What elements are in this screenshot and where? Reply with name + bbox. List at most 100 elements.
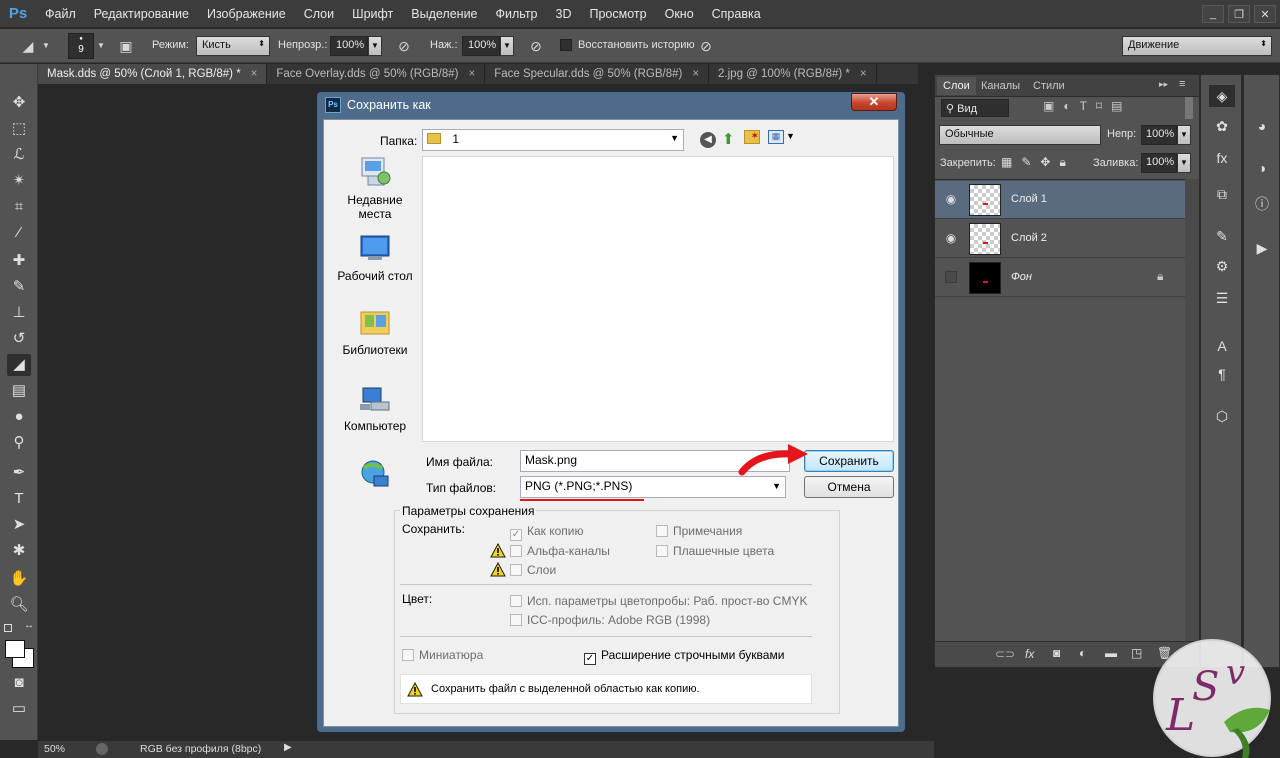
restore-history-checkbox[interactable] — [560, 39, 572, 51]
up-folder-icon[interactable]: ⬆ — [722, 130, 735, 148]
folder-select[interactable]: 1 ▼ — [422, 129, 684, 151]
crop-tool-icon[interactable]: ⌗ — [7, 196, 31, 218]
fill-input[interactable]: 100% — [1141, 153, 1177, 173]
expand-arrow-icon[interactable]: ▶ — [284, 742, 292, 753]
visibility-toggle[interactable] — [945, 271, 957, 283]
place-recent[interactable]: Недавние места — [330, 156, 420, 221]
menu-select[interactable]: Выделение — [402, 0, 486, 28]
character-panel-icon[interactable]: A — [1209, 335, 1235, 357]
save-button[interactable]: Сохранить — [804, 450, 894, 472]
clone-source-icon[interactable]: ⚙ — [1209, 255, 1235, 277]
tablet-pressure-size-icon[interactable]: ⊘ — [696, 37, 716, 55]
menu-image[interactable]: Изображение — [198, 0, 295, 28]
airbrush-icon[interactable]: ⊘ — [526, 37, 546, 55]
new-folder-icon[interactable]: ✶ — [744, 130, 760, 144]
mode-select[interactable]: Кисть ⬍ — [196, 36, 270, 56]
dodge-tool-icon[interactable]: ⚲ — [7, 432, 31, 454]
clone-stamp-icon[interactable]: ⊥ — [7, 302, 31, 324]
color-panel-icon[interactable]: ◕ — [1249, 115, 1275, 137]
close-icon[interactable]: × — [860, 68, 867, 80]
filetype-select[interactable]: PNG (*.PNG;*.PNS) ▼ — [520, 476, 786, 498]
layers-scrollbar[interactable] — [1185, 179, 1199, 641]
lock-icons[interactable]: ▦✎✥🔒︎ — [1001, 155, 1075, 170]
info-panel-icon[interactable]: ⓘ — [1249, 193, 1275, 215]
tab-layers[interactable]: Слои — [937, 77, 976, 95]
actions-play-icon[interactable]: ▶ — [1249, 237, 1275, 259]
spot-colors-checkbox[interactable]: Плашечные цвета — [656, 544, 774, 558]
layer-row[interactable]: ◉ Слой 2 — [935, 220, 1185, 258]
zoom-level[interactable]: 50% — [44, 743, 65, 755]
lowercase-extension-checkbox[interactable]: ✓ Расширение строчными буквами — [584, 648, 784, 665]
chevron-down-icon[interactable]: ▼ — [786, 131, 795, 141]
file-list[interactable] — [422, 156, 894, 442]
icc-profile-checkbox[interactable]: ICC-профиль: Adobe RGB (1998) — [510, 613, 710, 627]
workspace-select[interactable]: Движение ⬍ — [1122, 36, 1272, 56]
channels-panel-icon[interactable]: ⧉ — [1209, 183, 1235, 205]
minimize-icon[interactable]: _ — [1202, 5, 1224, 23]
zoom-tool-icon[interactable]: 🔍︎ — [7, 594, 31, 616]
pen-tool-icon[interactable]: ✒ — [7, 462, 31, 484]
layers-panel-icon[interactable]: ◈ — [1209, 85, 1235, 107]
move-tool-icon[interactable]: ✥ — [7, 92, 31, 114]
fill-dropdown[interactable]: ▼ — [1177, 153, 1191, 173]
foreground-color-swatch[interactable] — [5, 640, 25, 658]
collapse-icon[interactable]: ▸▸ — [1159, 79, 1168, 90]
back-icon[interactable]: ◀ — [700, 132, 716, 148]
shape-tool-icon[interactable]: ✱ — [7, 540, 31, 562]
layers-checkbox[interactable]: Слои — [510, 563, 556, 577]
history-brush-icon[interactable]: ↺ — [7, 328, 31, 350]
pressure-input[interactable]: 100% — [462, 36, 500, 56]
chevron-down-icon[interactable]: ▼ — [95, 37, 107, 55]
close-icon[interactable]: ✕ — [1254, 5, 1276, 23]
screen-mode-icon[interactable]: ▭ — [7, 698, 31, 720]
pressure-dropdown[interactable]: ▼ — [500, 36, 514, 56]
opacity-input[interactable]: 100% — [330, 36, 368, 56]
paragraph-panel-icon[interactable]: ¶ — [1209, 363, 1235, 385]
brush-tool-icon[interactable]: ✎ — [7, 276, 31, 298]
tablet-pressure-opacity-icon[interactable]: ⊘ — [394, 37, 414, 55]
3d-panel-icon[interactable]: ⬡ — [1209, 405, 1235, 427]
tab-channels[interactable]: Каналы — [975, 77, 1026, 95]
layer-opacity-dropdown[interactable]: ▼ — [1177, 125, 1191, 145]
type-tool-icon[interactable]: T — [7, 488, 31, 510]
eyedropper-icon[interactable]: ⁄ — [7, 222, 31, 244]
alpha-channels-checkbox[interactable]: Альфа-каналы — [510, 544, 610, 558]
new-layer-icon[interactable]: ◳ — [1131, 646, 1142, 660]
as-copy-checkbox[interactable]: ✓ Как копию — [510, 524, 584, 541]
brush-panel-icon[interactable]: ✎ — [1209, 225, 1235, 247]
default-colors-icon[interactable] — [4, 624, 12, 632]
layer-row[interactable]: ◉ Слой 1 — [935, 181, 1185, 219]
menu-window[interactable]: Окно — [656, 0, 703, 28]
gradient-tool-icon[interactable]: ▤ — [7, 380, 31, 402]
menu-type[interactable]: Шрифт — [343, 0, 402, 28]
place-computer[interactable]: Компьютер — [330, 382, 420, 433]
filter-icons[interactable]: ▣◐T⌑▤ — [1043, 99, 1131, 113]
hand-tool-icon[interactable]: ✋ — [7, 568, 31, 590]
navigator-panel-icon[interactable]: ◑ — [1249, 157, 1275, 179]
opacity-dropdown[interactable]: ▼ — [368, 36, 382, 56]
menu-layer[interactable]: Слои — [295, 0, 343, 28]
place-network[interactable] — [330, 458, 420, 495]
layer-opacity-input[interactable]: 100% — [1141, 125, 1177, 145]
eye-icon[interactable]: ◉ — [943, 192, 959, 208]
view-menu-icon[interactable]: ▦ — [768, 130, 784, 144]
cancel-button[interactable]: Отмена — [804, 476, 894, 498]
path-selection-icon[interactable]: ➤ — [7, 514, 31, 536]
filter-kind-select[interactable]: ⚲ Вид — [941, 99, 1009, 117]
swap-colors-icon[interactable]: ↔ — [24, 620, 34, 631]
notes-checkbox[interactable]: Примечания — [656, 524, 742, 538]
tab-face-specular[interactable]: Face Specular.dds @ 50% (RGB/8#) × — [485, 64, 710, 84]
close-icon[interactable]: × — [469, 68, 476, 80]
add-mask-icon[interactable]: ◙ — [1053, 646, 1060, 660]
lasso-tool-icon[interactable]: ℒ — [7, 144, 31, 166]
eye-icon[interactable]: ◉ — [943, 231, 959, 247]
tab-face-overlay[interactable]: Face Overlay.dds @ 50% (RGB/8#) × — [267, 64, 486, 84]
tab-styles[interactable]: Стили — [1027, 77, 1071, 95]
new-group-icon[interactable]: ▬ — [1105, 646, 1117, 660]
close-icon[interactable]: × — [251, 68, 258, 80]
menu-file[interactable]: Файл — [36, 0, 85, 28]
chevron-down-icon[interactable]: ▼ — [40, 37, 52, 55]
panel-menu-icon[interactable]: ≡ — [1179, 78, 1185, 90]
tab-mask-dds[interactable]: Mask.dds @ 50% (Слой 1, RGB/8#) * × — [38, 64, 268, 84]
place-desktop[interactable]: Рабочий стол — [330, 232, 420, 283]
